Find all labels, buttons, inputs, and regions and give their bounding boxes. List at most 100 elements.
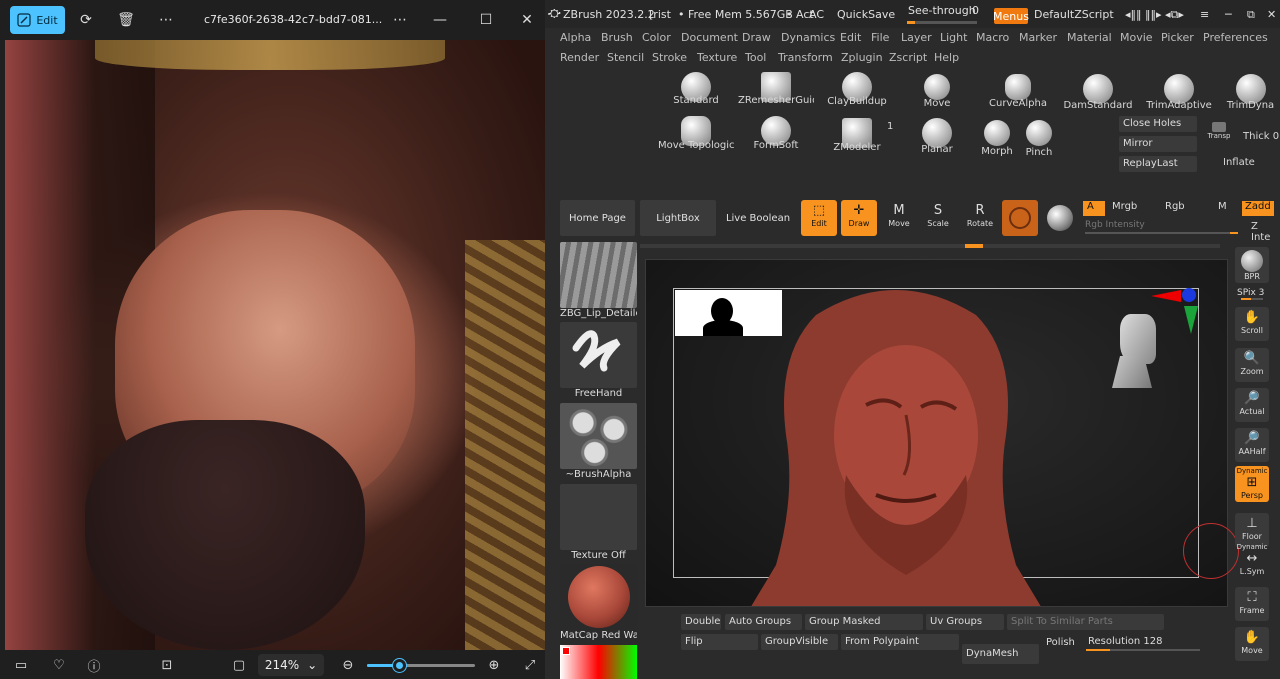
more-options-icon[interactable]: ⋯: [156, 10, 176, 30]
brush-damstandard[interactable]: DamStandard: [1060, 74, 1136, 111]
document-canvas[interactable]: [645, 259, 1228, 607]
move-view-button[interactable]: ✋ Move: [1235, 627, 1269, 661]
brush-standard[interactable]: Standard: [658, 72, 734, 106]
see-through-label[interactable]: See-through: [908, 4, 976, 17]
delete-icon[interactable]: 🗑: [116, 10, 136, 30]
from-polypaint-button[interactable]: From Polypaint: [841, 634, 959, 650]
menu-color[interactable]: Color: [642, 31, 671, 44]
close-holes-button[interactable]: Close Holes: [1119, 116, 1197, 132]
minimize-icon[interactable]: ─: [1225, 8, 1232, 21]
layout-icon[interactable]: ◂⧉▸: [1165, 8, 1184, 22]
spix-value[interactable]: SPix 3: [1237, 288, 1264, 298]
brush-trimadaptive[interactable]: TrimAdaptive: [1141, 74, 1217, 111]
home-page-button[interactable]: Home Page: [560, 200, 635, 236]
aahalf-button[interactable]: 🔎 AAHalf: [1235, 428, 1269, 462]
restore-icon[interactable]: ⧉: [1247, 8, 1255, 22]
minimize-icon[interactable]: —: [430, 10, 450, 30]
menu-macro[interactable]: Macro: [976, 31, 1009, 44]
menu-texture[interactable]: Texture: [697, 51, 737, 64]
persp-button[interactable]: Dynamic ⊞ Persp: [1235, 466, 1269, 502]
brush-pinch[interactable]: Pinch: [1001, 120, 1077, 158]
menu-light[interactable]: Light: [940, 31, 967, 44]
actual-button[interactable]: 🔎 Actual: [1235, 388, 1269, 422]
zoom-out-icon[interactable]: ⊖: [340, 657, 356, 673]
maximize-icon[interactable]: ☐: [476, 10, 496, 30]
menu-zscript[interactable]: Zscript: [889, 51, 927, 64]
group-visible-button[interactable]: GroupVisible: [761, 634, 838, 650]
sphere-icon[interactable]: [1047, 205, 1073, 231]
rgb-intensity-slider[interactable]: Rgb Intensity: [1085, 220, 1145, 230]
transp-toggle[interactable]: Transp: [1207, 122, 1231, 146]
texture-thumb[interactable]: Texture Off: [560, 484, 637, 561]
alpha-a-toggle[interactable]: A: [1083, 201, 1105, 216]
scale-mode-button[interactable]: S Scale: [920, 200, 956, 236]
menu-material[interactable]: Material: [1067, 31, 1112, 44]
menu-transform[interactable]: Transform: [778, 51, 833, 64]
info-icon[interactable]: ⓘ: [86, 657, 102, 675]
frame-button[interactable]: ⛶ Frame: [1235, 587, 1269, 621]
mrgb-toggle[interactable]: Mrgb: [1112, 201, 1137, 212]
thick-value[interactable]: Thick 0: [1243, 131, 1279, 142]
see-through-slider[interactable]: [907, 21, 977, 24]
double-button[interactable]: Double: [681, 614, 721, 630]
menu-dynamics[interactable]: Dynamics: [781, 31, 835, 44]
brush-trimdynamic[interactable]: TrimDyna: [1221, 74, 1280, 111]
filmstrip-icon[interactable]: ▭: [13, 657, 29, 673]
menu-picker[interactable]: Picker: [1161, 31, 1194, 44]
dynamesh-button[interactable]: DynaMesh: [962, 644, 1039, 664]
bpr-button[interactable]: BPR: [1235, 247, 1269, 283]
edit-button[interactable]: Edit: [10, 6, 65, 34]
split-to-similar-parts-button[interactable]: Split To Similar Parts: [1007, 614, 1164, 630]
move-mode-button[interactable]: M Move: [881, 200, 917, 236]
navigation-head-gizmo[interactable]: [1110, 306, 1164, 394]
floor-button[interactable]: ⊥ Floor: [1235, 513, 1269, 547]
menu-marker[interactable]: Marker: [1019, 31, 1057, 44]
brush-curvealpha[interactable]: CurveAlpha: [980, 74, 1056, 109]
script-menu-icon[interactable]: ≡: [1200, 8, 1209, 21]
rotate-icon[interactable]: ⟳: [76, 10, 96, 30]
material-thumb[interactable]: MatCap Red Wax: [560, 564, 637, 641]
default-zscript[interactable]: DefaultZScript: [1034, 8, 1114, 21]
fullscreen-icon[interactable]: ⤢: [522, 657, 538, 673]
brush-move-topological[interactable]: Move Topologica: [658, 116, 734, 151]
zoom-slider[interactable]: [367, 659, 475, 672]
menu-zplugin[interactable]: Zplugin: [841, 51, 883, 64]
polish-toggle[interactable]: Polish: [1046, 637, 1075, 648]
zoom-button[interactable]: 🔍 Zoom: [1235, 348, 1269, 382]
scroll-button[interactable]: ✋ Scroll: [1235, 307, 1269, 341]
zoom-slider-knob[interactable]: [393, 659, 407, 672]
edit-mode-button[interactable]: ⬚ Edit: [801, 200, 837, 236]
file-more-icon[interactable]: ⋯: [390, 10, 410, 30]
material-preview-button[interactable]: [1002, 200, 1038, 236]
menu-stroke[interactable]: Stroke: [652, 51, 687, 64]
palette-arrows-icon[interactable]: ◂‖‖ ‖‖▸: [1125, 8, 1162, 21]
menu-layer[interactable]: Layer: [901, 31, 932, 44]
menu-document[interactable]: Document: [681, 31, 738, 44]
menu-render[interactable]: Render: [560, 51, 599, 64]
zoom-in-icon[interactable]: ⊕: [486, 657, 502, 673]
brush-claybuildup[interactable]: ClayBuildup: [819, 72, 895, 107]
menu-help[interactable]: Help: [934, 51, 959, 64]
menu-brush[interactable]: Brush: [601, 31, 633, 44]
quicksave-button[interactable]: QuickSave: [837, 8, 895, 21]
menu-draw[interactable]: Draw: [742, 31, 771, 44]
favorite-heart-icon[interactable]: ♡: [51, 657, 67, 673]
lsym-button[interactable]: Dynamic ↔ L.Sym: [1235, 543, 1269, 577]
menu-movie[interactable]: Movie: [1120, 31, 1153, 44]
replay-last-button[interactable]: ReplayLast: [1119, 156, 1197, 172]
auto-groups-button[interactable]: Auto Groups: [725, 614, 802, 630]
uv-groups-button[interactable]: Uv Groups: [926, 614, 1004, 630]
inflate-value[interactable]: Inflate: [1223, 157, 1255, 168]
rgb-toggle[interactable]: Rgb: [1165, 201, 1185, 212]
zadd-toggle[interactable]: Zadd: [1242, 201, 1274, 216]
z-intensity-slider[interactable]: Z Inte: [1251, 221, 1280, 243]
menu-file[interactable]: File: [871, 31, 889, 44]
color-picker[interactable]: [560, 645, 637, 679]
menu-tool[interactable]: Tool: [745, 51, 766, 64]
scrollbar-thumb[interactable]: [965, 244, 983, 248]
draw-mode-button[interactable]: ✛ Draw: [841, 200, 877, 236]
face-scan-icon[interactable]: ⊡: [159, 657, 175, 673]
brush-formsoft[interactable]: FormSoft: [738, 116, 814, 151]
brush-move[interactable]: Move: [899, 74, 975, 109]
rotate-mode-button[interactable]: R Rotate: [962, 200, 998, 236]
